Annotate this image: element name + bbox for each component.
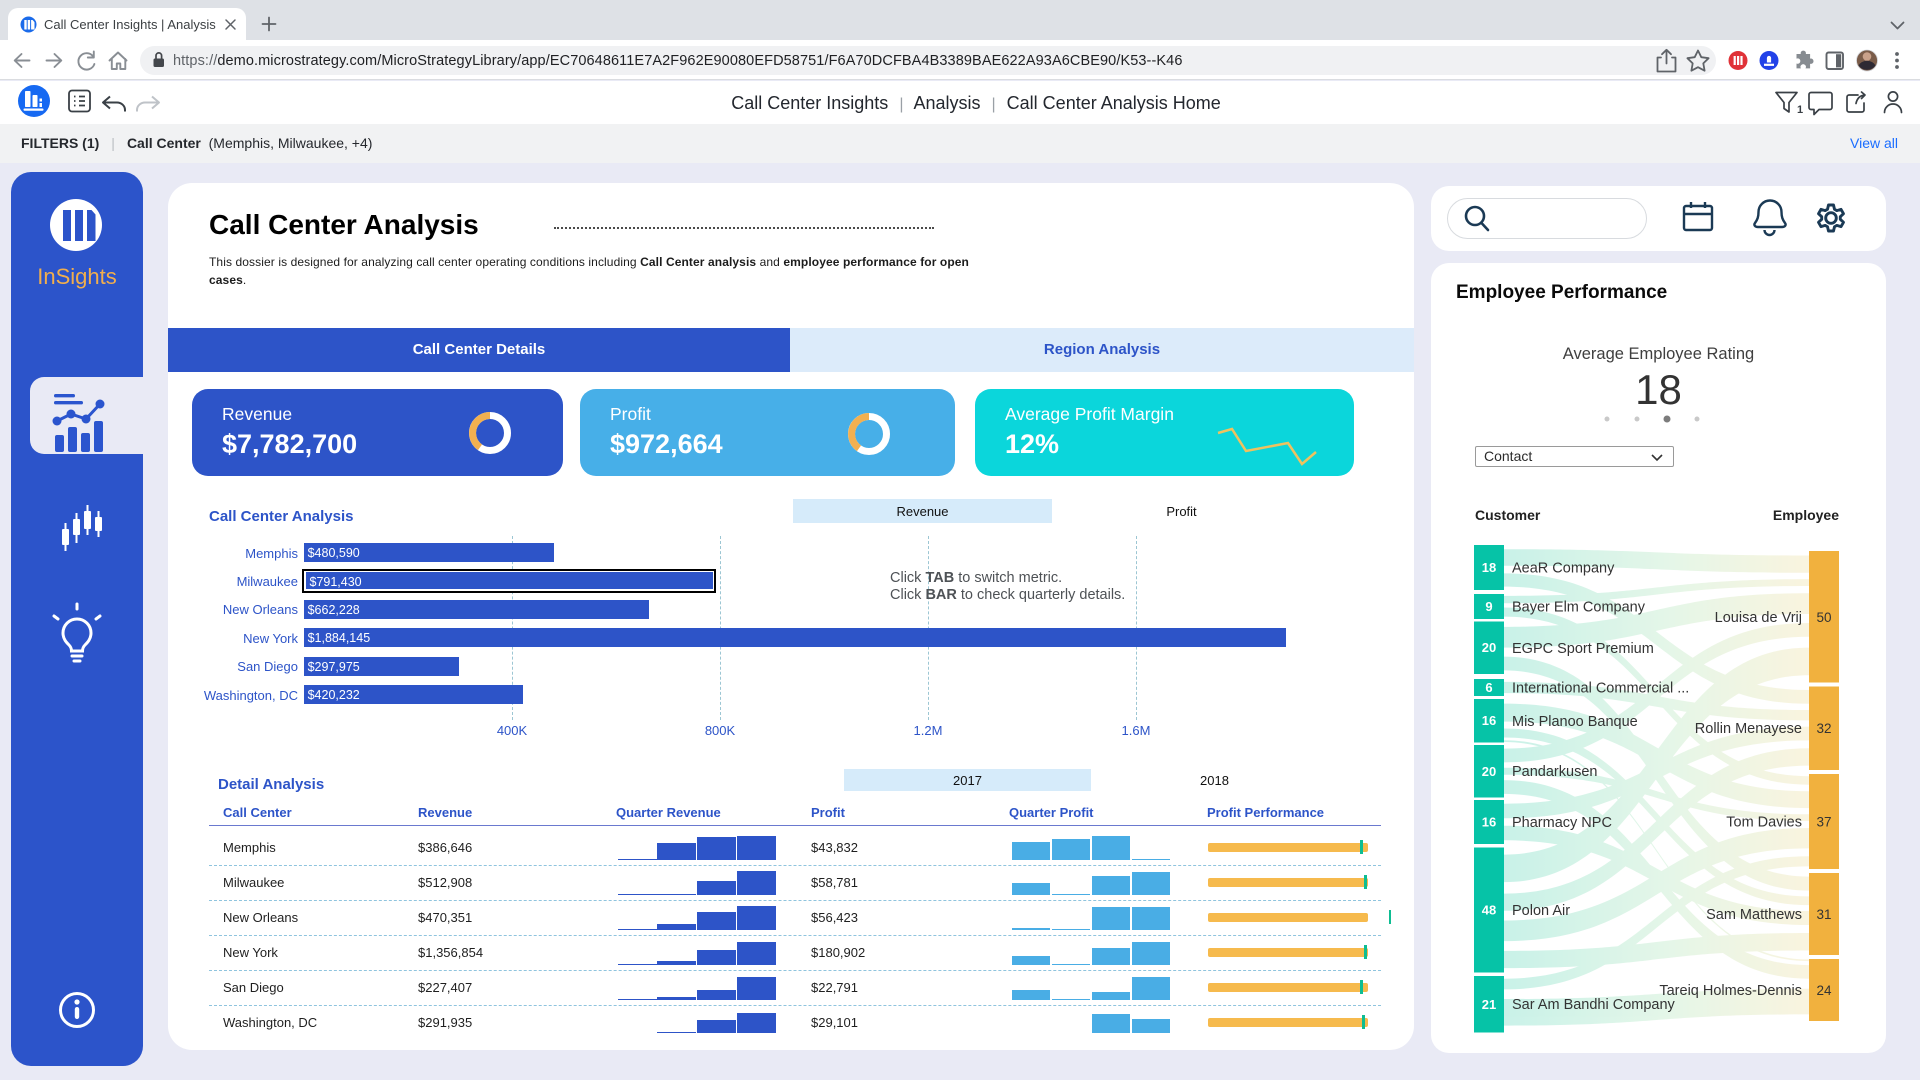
svg-text:Bayer Elm Company: Bayer Elm Company [1512,600,1646,616]
svg-text:Pharmacy NPC: Pharmacy NPC [1512,815,1612,831]
svg-text:16: 16 [1482,815,1496,830]
svg-text:Mis Planoo Banque: Mis Planoo Banque [1512,714,1638,730]
svg-text:Tareiq Holmes-Dennis: Tareiq Holmes-Dennis [1659,983,1802,999]
svg-text:Tom Davies: Tom Davies [1726,815,1802,831]
svg-text:16: 16 [1482,713,1496,728]
svg-text:48: 48 [1482,903,1496,918]
svg-text:Sam Matthews: Sam Matthews [1706,907,1802,923]
svg-text:32: 32 [1816,721,1831,736]
svg-text:37: 37 [1816,815,1831,830]
svg-text:21: 21 [1482,997,1496,1012]
svg-text:EGPC Sport Premium: EGPC Sport Premium [1512,641,1654,657]
svg-text:AeaR Company: AeaR Company [1512,561,1615,577]
svg-text:1: 1 [1797,104,1803,116]
svg-text:50: 50 [1816,610,1831,625]
svg-text:Sar Am Bandhi Company: Sar Am Bandhi Company [1512,997,1676,1013]
svg-text:24: 24 [1816,983,1832,998]
svg-text:Rollin Menayese: Rollin Menayese [1695,721,1802,737]
svg-text:6: 6 [1485,680,1492,695]
svg-text:20: 20 [1482,640,1496,655]
svg-text:Polon Air: Polon Air [1512,903,1570,919]
svg-text:Louisa de Vrij: Louisa de Vrij [1715,610,1802,626]
svg-text:31: 31 [1816,907,1831,922]
svg-text:International Commercial ...: International Commercial ... [1512,681,1689,697]
svg-text:18: 18 [1482,560,1496,575]
svg-text:9: 9 [1485,599,1492,614]
svg-text:Pandarkusen: Pandarkusen [1512,764,1597,780]
svg-text:20: 20 [1482,764,1496,779]
